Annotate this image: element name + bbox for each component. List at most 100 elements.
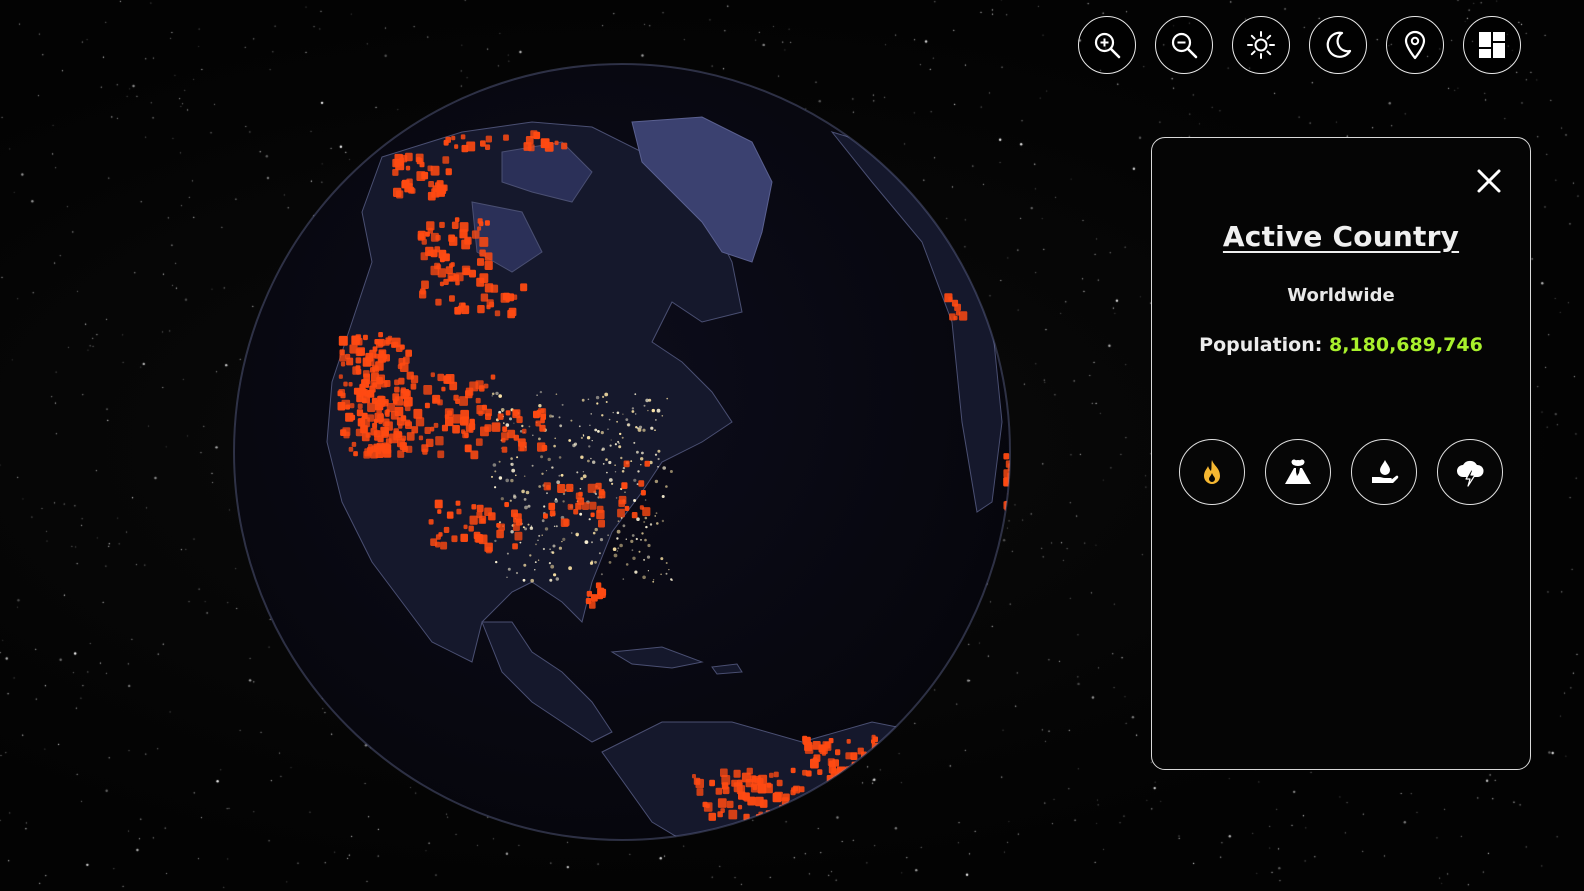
event-marker[interactable] (338, 374, 343, 379)
event-marker[interactable] (533, 131, 541, 140)
event-marker[interactable] (408, 186, 415, 194)
event-marker[interactable] (410, 375, 419, 384)
event-marker[interactable] (720, 808, 725, 813)
event-marker[interactable] (441, 386, 446, 392)
event-marker[interactable] (477, 305, 485, 314)
event-marker[interactable] (640, 490, 646, 496)
event-marker[interactable] (595, 582, 602, 589)
event-marker[interactable] (424, 402, 430, 409)
event-marker[interactable] (460, 533, 468, 542)
event-marker[interactable] (567, 503, 574, 510)
event-marker[interactable] (345, 404, 351, 410)
event-marker[interactable] (810, 814, 817, 821)
event-marker[interactable] (488, 512, 496, 521)
event-marker[interactable] (369, 349, 377, 358)
event-marker[interactable] (498, 523, 505, 531)
event-marker[interactable] (371, 364, 378, 372)
event-marker[interactable] (362, 357, 372, 367)
event-marker[interactable] (582, 502, 589, 510)
event-marker[interactable] (802, 769, 808, 776)
event-marker[interactable] (365, 379, 371, 385)
event-marker[interactable] (367, 402, 376, 412)
event-marker[interactable] (540, 138, 550, 149)
event-marker[interactable] (1012, 491, 1013, 496)
event-marker[interactable] (355, 357, 362, 364)
event-marker[interactable] (475, 380, 484, 390)
event-marker[interactable] (812, 814, 820, 823)
event-marker[interactable] (631, 512, 638, 519)
event-marker[interactable] (424, 426, 431, 434)
event-marker[interactable] (833, 793, 840, 800)
event-marker[interactable] (476, 405, 485, 415)
event-marker[interactable] (621, 482, 628, 489)
event-marker[interactable] (776, 779, 783, 787)
event-marker[interactable] (717, 798, 727, 808)
event-marker[interactable] (840, 815, 848, 824)
event-marker[interactable] (455, 272, 464, 282)
event-marker[interactable] (439, 221, 445, 228)
event-marker[interactable] (849, 768, 859, 779)
event-marker[interactable] (469, 418, 475, 425)
event-marker[interactable] (846, 801, 852, 808)
event-marker[interactable] (361, 432, 370, 442)
event-marker[interactable] (958, 311, 968, 321)
event-marker[interactable] (490, 284, 499, 293)
event-marker[interactable] (444, 408, 454, 418)
event-marker[interactable] (460, 416, 468, 426)
event-marker[interactable] (543, 513, 548, 519)
event-marker[interactable] (846, 739, 851, 744)
event-marker[interactable] (475, 438, 483, 446)
event-marker[interactable] (403, 356, 410, 364)
event-marker[interactable] (445, 374, 455, 384)
event-marker[interactable] (827, 793, 835, 802)
event-marker[interactable] (757, 784, 767, 794)
event-marker[interactable] (461, 144, 469, 153)
event-marker[interactable] (540, 408, 545, 414)
event-marker[interactable] (416, 156, 421, 162)
event-marker[interactable] (454, 217, 460, 223)
event-marker[interactable] (812, 741, 821, 750)
event-marker[interactable] (445, 266, 453, 274)
event-marker[interactable] (477, 218, 483, 224)
event-marker[interactable] (708, 812, 717, 821)
event-marker[interactable] (816, 802, 823, 810)
event-marker[interactable] (356, 368, 362, 375)
event-marker[interactable] (843, 777, 850, 785)
event-marker[interactable] (885, 741, 893, 750)
event-marker[interactable] (350, 414, 356, 421)
event-marker[interactable] (405, 165, 411, 171)
event-marker[interactable] (497, 413, 504, 420)
event-marker[interactable] (507, 309, 515, 319)
event-marker[interactable] (468, 525, 474, 532)
event-marker[interactable] (512, 543, 518, 550)
event-marker[interactable] (435, 436, 444, 446)
event-marker[interactable] (863, 761, 869, 768)
event-marker[interactable] (372, 422, 378, 429)
event-marker[interactable] (845, 770, 851, 775)
event-marker[interactable] (428, 519, 434, 525)
event-marker[interactable] (433, 422, 439, 428)
event-marker[interactable] (799, 816, 809, 827)
event-marker[interactable] (728, 809, 738, 820)
event-marker[interactable] (379, 444, 386, 451)
event-marker[interactable] (523, 142, 532, 151)
flood-button[interactable] (1351, 439, 1417, 505)
event-marker[interactable] (793, 812, 798, 818)
event-marker[interactable] (944, 293, 953, 303)
event-marker[interactable] (784, 814, 793, 823)
event-marker[interactable] (754, 816, 764, 827)
event-marker[interactable] (490, 374, 496, 380)
event-marker[interactable] (384, 339, 390, 346)
event-marker[interactable] (726, 800, 734, 809)
event-marker[interactable] (419, 161, 425, 168)
event-marker[interactable] (511, 509, 518, 518)
location-button[interactable] (1386, 16, 1444, 74)
event-marker[interactable] (464, 444, 472, 453)
close-icon[interactable] (1474, 166, 1504, 196)
event-marker[interactable] (340, 429, 347, 436)
event-marker[interactable] (850, 752, 858, 760)
event-marker[interactable] (514, 531, 523, 541)
event-marker[interactable] (382, 430, 389, 438)
event-marker[interactable] (624, 505, 630, 511)
event-marker[interactable] (448, 275, 454, 282)
